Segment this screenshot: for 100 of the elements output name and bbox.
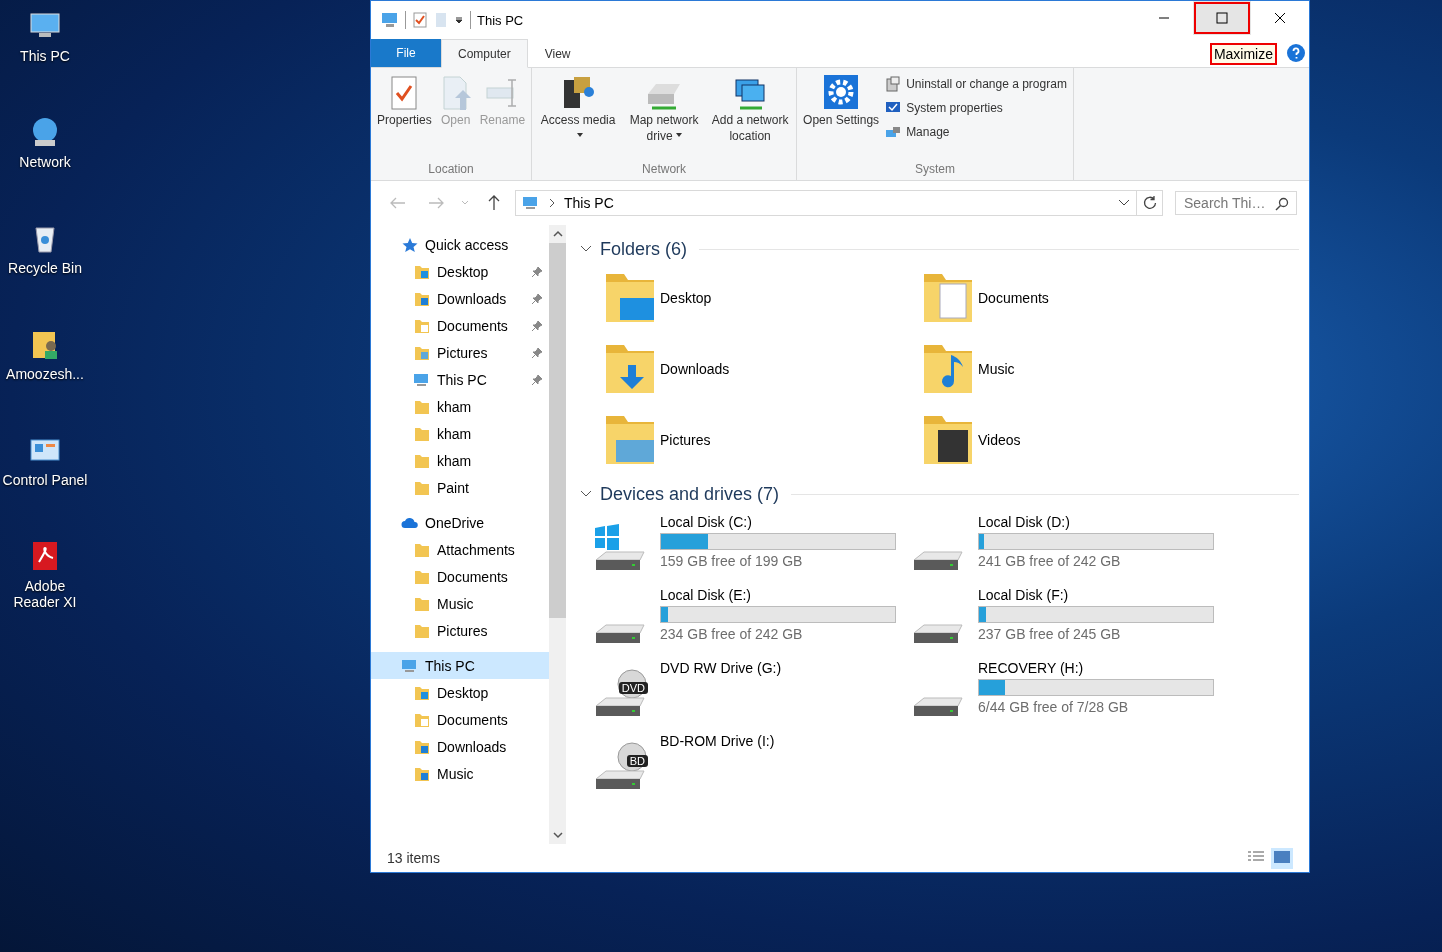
drive-item[interactable]: Local Disk (D:) 241 GB free of 242 GB <box>910 514 1228 581</box>
forward-arrow-icon <box>428 197 444 209</box>
navigation-item[interactable]: kham <box>371 393 549 420</box>
drive-item[interactable]: Local Disk (F:) 237 GB free of 245 GB <box>910 587 1228 654</box>
drive-item[interactable]: Local Disk (C:) 159 GB free of 199 GB <box>592 514 910 581</box>
folder-icon <box>413 711 431 728</box>
list-icon <box>1247 849 1265 864</box>
chevron-right-icon <box>548 198 556 208</box>
hard-drive-icon <box>913 697 963 717</box>
folder-icon <box>413 684 431 701</box>
navigation-item[interactable]: Desktop <box>371 679 549 706</box>
desktop-icon-label[interactable]: Amoozesh... <box>1 366 89 382</box>
drive-badge: BD <box>626 755 648 767</box>
large-icons-view-button[interactable] <box>1271 847 1293 869</box>
folder-item[interactable]: Desktop <box>600 269 918 326</box>
drive-item[interactable]: BD BD-ROM Drive (I:) <box>592 733 910 800</box>
ribbon-button[interactable]: Access media <box>536 72 621 158</box>
folder-icon <box>413 479 431 496</box>
chevron-down-icon <box>461 200 469 206</box>
ribbon-button[interactable]: Properties <box>375 72 434 158</box>
drive-item[interactable]: DVD DVD RW Drive (G:) <box>592 660 910 727</box>
folder-icon <box>413 398 431 415</box>
navigation-item[interactable]: Attachments <box>371 536 549 563</box>
navigation-item[interactable]: Documents <box>371 706 549 733</box>
navigation-item[interactable]: Downloads <box>371 733 549 760</box>
back-arrow-icon <box>390 197 406 209</box>
tiles-icon <box>1273 849 1291 864</box>
properties-icon[interactable] <box>412 12 428 28</box>
folder-icon <box>413 622 431 639</box>
navigation-item[interactable]: Documents <box>371 312 549 339</box>
folder-item[interactable]: Videos <box>918 411 1236 468</box>
ribbon-small-button[interactable]: Manage <box>883 122 1069 142</box>
desktop-icon-label[interactable]: Network <box>1 154 89 170</box>
address-bar[interactable]: This PC <box>515 190 1137 216</box>
ribbon-button[interactable]: Map network drive <box>622 72 707 158</box>
section-header[interactable]: Devices and drives (7) <box>580 474 1299 514</box>
computer-icon <box>413 371 431 388</box>
folder-icon <box>413 738 431 755</box>
folder-icon <box>413 595 431 612</box>
item-count: 13 items <box>387 850 440 866</box>
close-icon <box>1274 12 1286 24</box>
ribbon-small-button[interactable]: Uninstall or change a program <box>883 74 1069 94</box>
ribbon-button[interactable]: Open Settings <box>801 72 882 158</box>
group-label: Location <box>427 161 475 178</box>
section-header[interactable]: Folders (6) <box>580 229 1299 269</box>
tooltip: Maximize <box>1209 43 1277 65</box>
chevron-down-icon[interactable] <box>1118 199 1130 207</box>
dropdown-icon[interactable] <box>454 15 464 25</box>
folder-icon <box>413 425 431 442</box>
maximize-button[interactable] <box>1193 1 1251 35</box>
search-icon <box>1275 197 1289 211</box>
navigation-item[interactable]: Paint <box>371 474 549 501</box>
desktop-icon-label[interactable]: Control Panel <box>1 472 89 488</box>
navigation-item[interactable]: Music <box>371 590 549 617</box>
desktop-icon-label[interactable]: This PC <box>1 48 89 64</box>
navigation-item[interactable]: Music <box>371 760 549 787</box>
folder-icon <box>413 290 431 307</box>
drive-item[interactable]: Local Disk (E:) 234 GB free of 242 GB <box>592 587 910 654</box>
navigation-item[interactable]: OneDrive <box>371 509 549 536</box>
scroll-down-icon[interactable] <box>552 831 563 839</box>
navigation-item[interactable]: This PC <box>371 652 549 679</box>
desktop-icon-label[interactable]: Adobe Reader XI <box>1 578 89 610</box>
scroll-up-icon[interactable] <box>552 230 563 238</box>
drive-item[interactable]: RECOVERY (H:) 6/44 GB free of 7/28 GB <box>910 660 1228 727</box>
folder-item[interactable]: Music <box>918 340 1236 397</box>
search-field[interactable]: Search Thi… <box>1175 191 1297 215</box>
folder-icon <box>413 263 431 280</box>
navigation-item[interactable]: Quick access <box>371 231 549 258</box>
ribbon-small-button[interactable]: System properties <box>883 98 1069 118</box>
ribbon-tab[interactable]: View <box>527 39 588 68</box>
navigation-item[interactable]: kham <box>371 420 549 447</box>
navigation-item[interactable]: kham <box>371 447 549 474</box>
folder-item[interactable]: Documents <box>918 269 1236 326</box>
desktop-icon-label[interactable]: Recycle Bin <box>1 260 89 276</box>
navigation-item[interactable]: Desktop <box>371 258 549 285</box>
drive-badge: DVD <box>618 682 648 694</box>
folder-icon <box>413 344 431 361</box>
navigation-item[interactable]: Documents <box>371 563 549 590</box>
navigation-item[interactable]: Pictures <box>371 339 549 366</box>
folder-item[interactable]: Downloads <box>600 340 918 397</box>
refresh-button[interactable] <box>1137 190 1163 216</box>
settings-icon <box>823 74 860 112</box>
folder-item[interactable]: Pictures <box>600 411 918 468</box>
hard-drive-icon <box>913 624 963 644</box>
navigation-item[interactable]: Downloads <box>371 285 549 312</box>
up-arrow-icon <box>488 195 500 211</box>
navigation-item[interactable]: Pictures <box>371 617 549 644</box>
chevron-icon <box>580 490 592 498</box>
program-icon <box>885 76 902 92</box>
refresh-icon <box>1142 196 1157 210</box>
folder-icon <box>413 452 431 469</box>
scrollbar-thumb[interactable] <box>549 243 566 618</box>
ribbon-button[interactable]: Add a network location <box>708 72 793 158</box>
help-icon[interactable] <box>1287 44 1305 62</box>
ribbon-tab[interactable]: Computer <box>441 39 528 68</box>
folder-icon <box>413 568 431 585</box>
chevron-icon <box>580 245 592 253</box>
scrollbar[interactable] <box>549 225 566 844</box>
navigation-item[interactable]: This PC <box>371 366 549 393</box>
file-tab[interactable]: File <box>371 39 441 67</box>
